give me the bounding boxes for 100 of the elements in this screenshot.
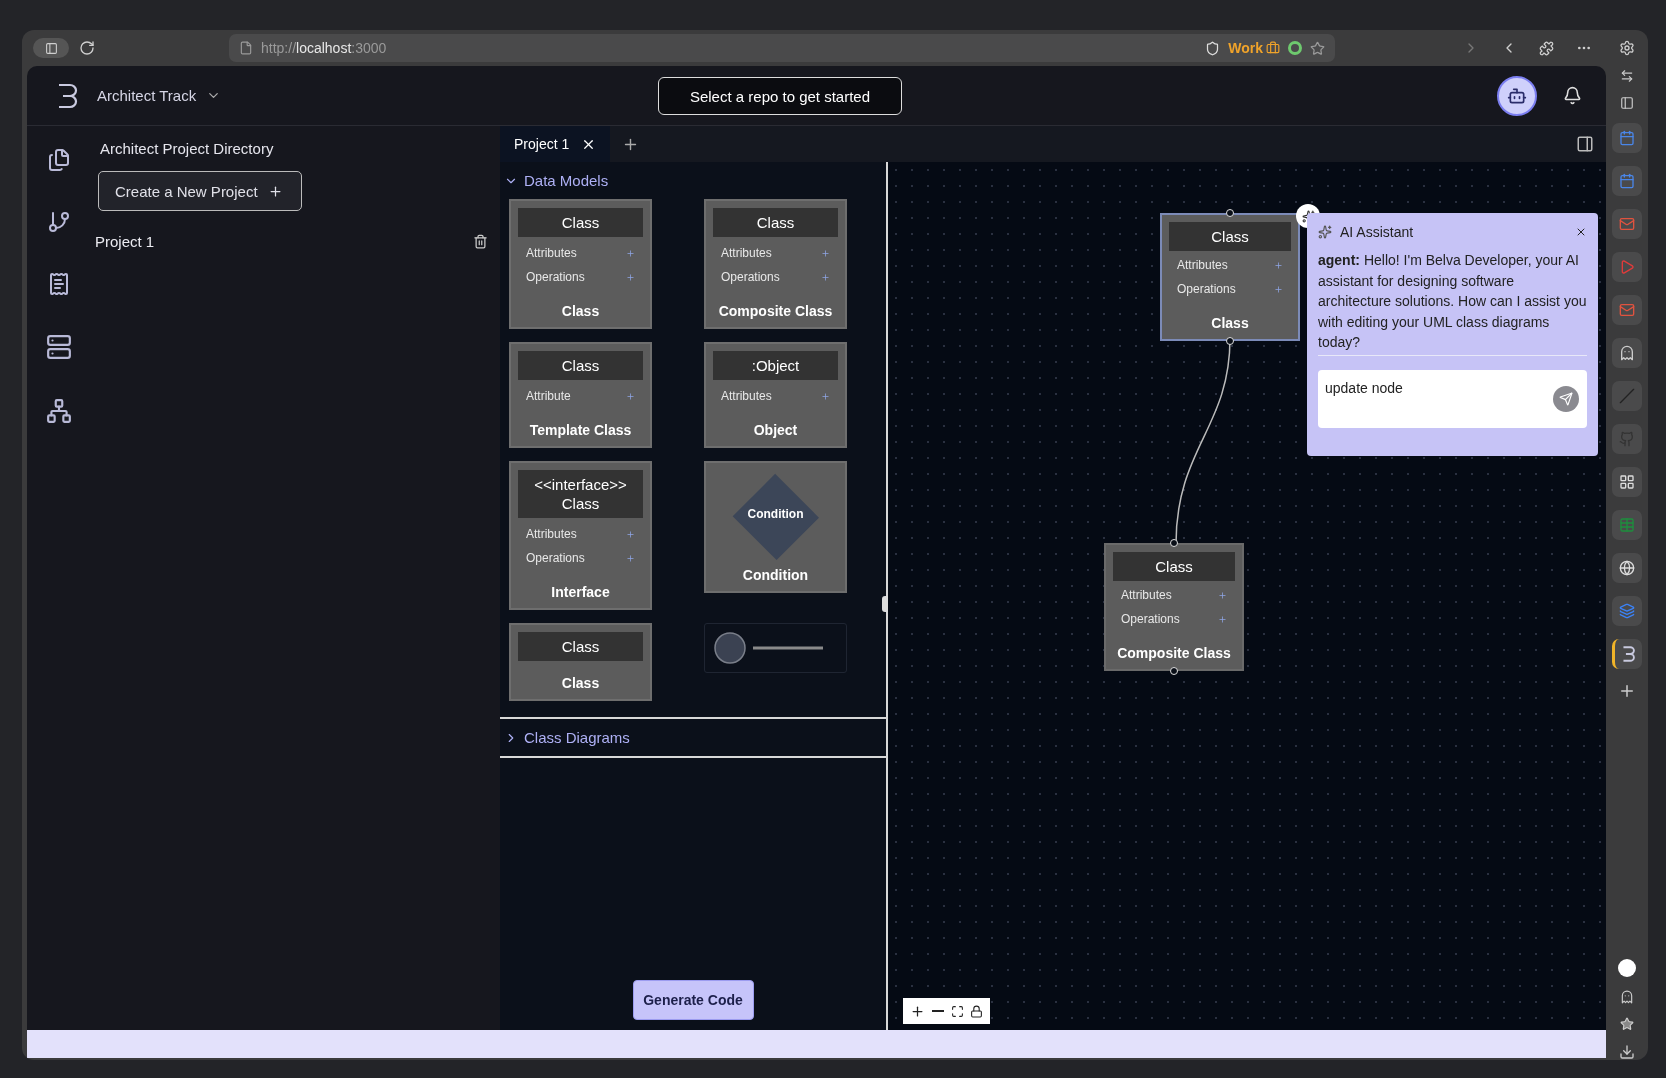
avatar-circle[interactable] — [1618, 959, 1636, 977]
app-tile[interactable] — [1612, 553, 1642, 583]
mail-icon — [1619, 216, 1635, 232]
panel-title: AI Assistant — [1340, 224, 1415, 240]
plus-icon — [267, 183, 283, 199]
address-bar[interactable]: http://localhost:3000 Work — [229, 34, 1335, 62]
card-label: Class — [560, 675, 601, 691]
add-icon[interactable] — [1618, 682, 1636, 700]
diamond-label: Condition — [746, 506, 805, 523]
class-header: Class — [518, 632, 643, 661]
condition-template-card[interactable]: Condition Condition — [704, 461, 847, 593]
files-icon[interactable] — [46, 148, 71, 172]
logo-icon — [1621, 646, 1636, 662]
sidebar-icon — [44, 41, 58, 55]
class-template-card[interactable]: Class Attribute Template Class — [509, 342, 652, 448]
slash-icon — [1619, 388, 1635, 404]
class-template-card[interactable]: :Object Attributes Object — [704, 342, 847, 448]
card-label: Composite Class — [717, 303, 834, 319]
trash-icon[interactable] — [473, 234, 488, 249]
ghost-icon — [1619, 345, 1635, 361]
app-tile[interactable] — [1612, 166, 1642, 196]
lock-icon — [970, 1004, 983, 1018]
calendar-icon — [1619, 130, 1635, 146]
compartment-label: Attributes — [1121, 588, 1172, 602]
settings-icon[interactable] — [1619, 40, 1635, 56]
send-icon — [1559, 391, 1573, 406]
message-field[interactable]: update node — [1318, 369, 1587, 428]
directory-title: Architect Project Directory — [100, 140, 275, 157]
lock-button[interactable] — [970, 1004, 983, 1018]
minus-icon — [932, 1010, 944, 1012]
shield-icon — [1205, 40, 1221, 56]
page-icon — [239, 41, 253, 55]
close-icon[interactable] — [1575, 226, 1587, 238]
create-project-button[interactable]: Create a New Project — [98, 171, 302, 211]
class-header: :Object — [713, 351, 838, 380]
card-label: Class — [560, 303, 601, 319]
server-icon[interactable] — [45, 334, 72, 360]
class-template-card[interactable]: Class Class — [509, 623, 652, 701]
star-icon[interactable] — [1620, 1017, 1634, 1031]
app-tile[interactable] — [1612, 295, 1642, 325]
panel-icon[interactable] — [1576, 135, 1594, 153]
class-header: Class — [713, 208, 838, 237]
card-label: Interface — [550, 584, 611, 600]
repo-button[interactable]: Select a repo to get started — [658, 77, 902, 115]
app-tile[interactable] — [1612, 209, 1642, 239]
project-tab[interactable]: Project 1 — [500, 126, 611, 162]
sidebar-icon[interactable] — [1620, 96, 1634, 110]
network-icon[interactable] — [45, 398, 72, 424]
app-tile[interactable] — [1612, 123, 1642, 153]
fit-view-button[interactable] — [951, 1004, 964, 1018]
app-tile[interactable] — [1612, 252, 1642, 282]
compartment-label: Attributes — [1177, 258, 1228, 272]
sidebar-button[interactable] — [33, 38, 69, 58]
compartment-label: Attributes — [721, 389, 772, 403]
reload-icon[interactable] — [79, 40, 95, 56]
star-icon[interactable] — [1310, 40, 1325, 56]
card-label: Template Class — [528, 422, 633, 438]
puzzle-icon[interactable] — [1539, 40, 1554, 56]
layers-icon — [1619, 603, 1635, 619]
ghost-icon[interactable] — [1620, 990, 1634, 1004]
connector-icon — [713, 631, 825, 665]
class-header: Class — [1169, 222, 1291, 251]
class-header: <<interface>> Class — [518, 470, 643, 518]
project-item[interactable]: Project 1 — [95, 233, 155, 250]
branch-icon[interactable] — [46, 210, 71, 234]
calendar-icon — [1619, 173, 1635, 189]
app-tile[interactable] — [1612, 639, 1642, 669]
app-title[interactable]: Architect Track — [97, 87, 197, 104]
record-icon — [1288, 41, 1302, 55]
assistant-avatar[interactable] — [1497, 75, 1537, 116]
compartment-label: Attribute — [526, 389, 571, 403]
zoom-in-button[interactable] — [910, 1003, 925, 1019]
app-tile[interactable] — [1612, 510, 1642, 540]
section-header[interactable]: Class Diagrams — [500, 719, 886, 756]
compartment-label: Operations — [1121, 612, 1180, 626]
table-icon — [1619, 517, 1635, 533]
app-tile[interactable] — [1612, 424, 1642, 454]
section-header[interactable]: Data Models — [500, 162, 886, 199]
app-tile[interactable] — [1612, 467, 1642, 497]
github-icon — [1619, 431, 1635, 447]
class-header: Class — [1113, 552, 1235, 581]
app-tile[interactable] — [1612, 596, 1642, 626]
swap-icon[interactable] — [1620, 69, 1634, 83]
plus-icon — [910, 1003, 925, 1019]
compartment-label: Operations — [1177, 282, 1236, 296]
fit-view-icon — [951, 1004, 964, 1018]
node-label: Class — [1210, 315, 1250, 331]
edge-template-card[interactable] — [704, 623, 847, 673]
compartment-label: Operations — [526, 551, 585, 565]
globe-icon — [1619, 560, 1635, 576]
class-header: Class — [518, 208, 643, 237]
app-tile[interactable] — [1612, 381, 1642, 411]
card-label: Object — [752, 422, 799, 438]
generate-code-button[interactable]: Generate Code — [632, 980, 754, 1020]
profile-badge[interactable]: Work — [1228, 40, 1280, 56]
app-tile[interactable] — [1612, 338, 1642, 368]
node-label: Composite Class — [1116, 645, 1232, 661]
download-icon[interactable] — [1619, 1044, 1635, 1060]
mail-icon — [1619, 302, 1635, 318]
grid-icon — [1619, 474, 1635, 490]
